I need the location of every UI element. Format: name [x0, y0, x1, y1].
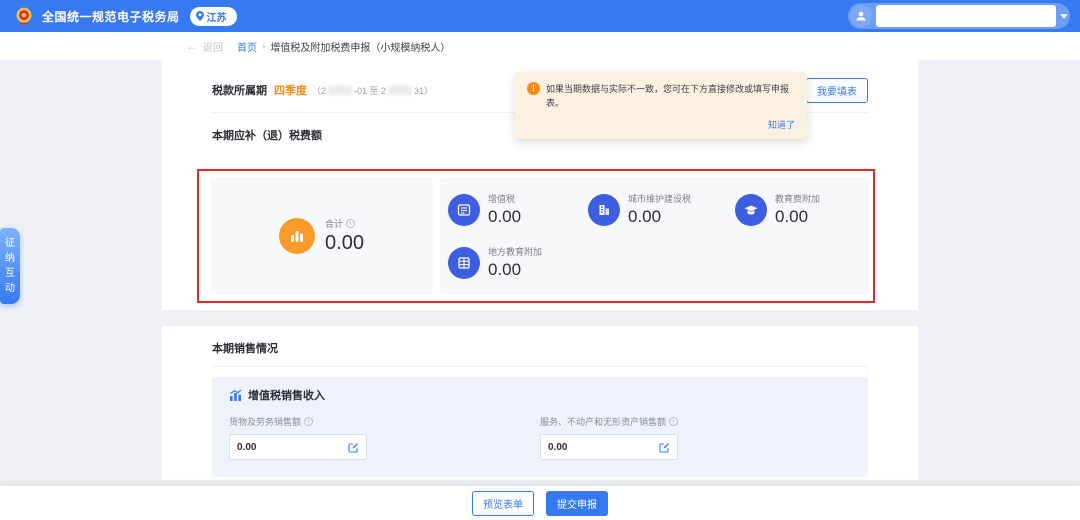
- avatar: [850, 5, 872, 27]
- goods-sales-input-box: [229, 434, 367, 460]
- tax-item-local-education: 地方教育附加 0.00: [448, 236, 588, 289]
- period-label: 税款所属期: [212, 82, 267, 98]
- fill-form-button[interactable]: 我要填表: [806, 78, 868, 103]
- preview-form-button[interactable]: 预览表单: [472, 491, 534, 516]
- edit-icon[interactable]: [659, 442, 670, 453]
- username-redacted: [876, 5, 1056, 27]
- sales-section-title: 本期销售情况: [212, 326, 868, 356]
- sales-revenue-icon: [229, 389, 242, 402]
- region-selector[interactable]: 江苏: [190, 7, 237, 26]
- tax-item-label: 增值税: [488, 192, 521, 205]
- info-icon[interactable]: i: [304, 417, 313, 426]
- services-sales-input-box: [540, 434, 678, 460]
- notice-text: 如果当期数据与实际不一致，您可在下方直接修改或填写申报表。: [546, 82, 795, 110]
- ledger-grid-icon: [448, 247, 480, 279]
- period-quarter: 四季度: [274, 82, 307, 98]
- period-range-mid: -01 至 2: [354, 84, 386, 97]
- side-tab-char: 征: [0, 236, 20, 251]
- goods-sales-input[interactable]: [237, 442, 348, 453]
- top-header: 全国统一规范电子税务局 江苏: [0, 0, 1080, 32]
- vat-sales-title: 增值税销售收入: [248, 387, 325, 403]
- bar-chart-icon: [279, 218, 315, 254]
- tax-item-value: 0.00: [775, 207, 820, 227]
- breadcrumb: ← 返回 首页 › 增值税及附加税费申报（小规模纳税人）: [0, 32, 1080, 60]
- tax-item-vat: 增值税 0.00: [448, 183, 588, 236]
- tax-item-education-surcharge: 教育费附加 0.00: [735, 183, 868, 236]
- period-range-open: （2: [312, 84, 326, 97]
- total-amount-card: 合计 i 0.00: [210, 177, 433, 295]
- warning-icon: !: [527, 82, 540, 95]
- tax-item-label: 城市维护建设税: [628, 192, 691, 205]
- invoice-icon: [448, 194, 480, 226]
- tax-item-value: 0.00: [488, 260, 542, 280]
- total-value: 0.00: [325, 232, 364, 255]
- redacted-date: [328, 85, 352, 95]
- region-label: 江苏: [207, 9, 227, 24]
- goods-sales-label: 货物及劳务销售额: [229, 415, 301, 428]
- edit-icon[interactable]: [348, 442, 359, 453]
- side-tab-char: 纳: [0, 251, 20, 266]
- tax-items-card: 增值税 0.00: [440, 177, 868, 295]
- period-range-close: 31）: [414, 84, 433, 97]
- building-icon: [588, 194, 620, 226]
- tax-item-label: 教育费附加: [775, 192, 820, 205]
- sales-card: 本期销售情况 增值税销售收入 货物及劳务销售额: [162, 326, 918, 480]
- services-sales-input[interactable]: [548, 442, 659, 453]
- breadcrumb-separator: ›: [262, 41, 265, 52]
- user-icon: [855, 10, 867, 22]
- info-icon[interactable]: i: [346, 219, 355, 228]
- info-icon[interactable]: i: [669, 417, 678, 426]
- side-tab-char: 互: [0, 266, 20, 281]
- tax-item-value: 0.00: [488, 207, 521, 227]
- notice-confirm-link[interactable]: 知道了: [527, 118, 795, 131]
- tax-item-label: 地方教育附加: [488, 245, 542, 258]
- footer-action-bar: 预览表单 提交申报: [0, 486, 1080, 520]
- submit-declaration-button[interactable]: 提交申报: [546, 491, 608, 516]
- user-account-chip[interactable]: [848, 3, 1070, 29]
- services-sales-label: 服务、不动产和无形资产销售额: [540, 415, 666, 428]
- breadcrumb-home-link[interactable]: 首页: [237, 39, 257, 54]
- tax-bureau-emblem-icon: [14, 6, 34, 26]
- page-body: 征 纳 互 动 ! 如果当期数据与实际不一致，您可在下方直接修改或填写申报表。 …: [0, 60, 1080, 520]
- total-label: 合计: [325, 217, 343, 230]
- red-annotation-box: 合计 i 0.00: [197, 169, 875, 303]
- back-arrow-icon[interactable]: ←: [186, 39, 198, 53]
- goods-sales-field: 货物及劳务销售额 i: [229, 415, 540, 460]
- divider: [212, 366, 868, 367]
- services-sales-field: 服务、不动产和无形资产销售额 i: [540, 415, 851, 460]
- data-mismatch-notice: ! 如果当期数据与实际不一致，您可在下方直接修改或填写申报表。 知道了: [515, 72, 807, 139]
- chevron-down-icon[interactable]: [1060, 14, 1068, 19]
- side-tab-char: 动: [0, 281, 20, 296]
- redacted-date: [388, 85, 412, 95]
- back-button[interactable]: 返回: [203, 39, 223, 54]
- app-title: 全国统一规范电子税务局: [42, 8, 180, 25]
- tax-item-value: 0.00: [628, 207, 691, 227]
- graduation-cap-icon: [735, 194, 767, 226]
- interaction-side-tab[interactable]: 征 纳 互 动: [0, 228, 20, 304]
- tax-item-urban-construction: 城市维护建设税 0.00: [588, 183, 735, 236]
- location-pin-icon: [196, 11, 204, 21]
- period-range: （2 -01 至 2 31）: [312, 84, 433, 97]
- vat-sales-panel: 增值税销售收入 货物及劳务销售额 i: [212, 377, 868, 477]
- breadcrumb-current-page: 增值税及附加税费申报（小规模纳税人）: [270, 39, 450, 54]
